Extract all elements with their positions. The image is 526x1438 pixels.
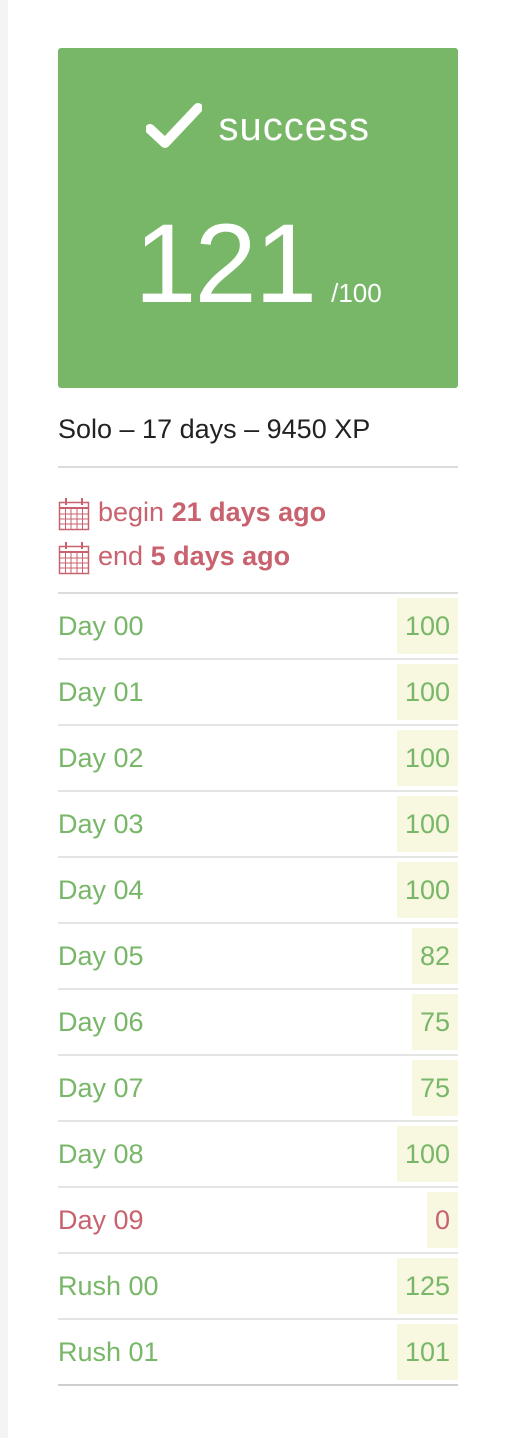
exercise-score: 82 [411,928,458,984]
exercise-name: Day 05 [58,941,144,971]
exercise-row[interactable]: Day 09 0 [58,1188,458,1254]
exercise-row[interactable]: Day 01 100 [58,660,458,726]
exercise-row[interactable]: Day 07 75 [58,1056,458,1122]
calendar-icon [58,541,90,575]
status-row: success [58,102,458,162]
exercise-score: 100 [396,796,458,852]
end-value: 5 days ago [150,541,291,571]
exercise-score: 75 [411,994,458,1050]
begin-prefix: begin [98,497,165,527]
exercise-name: Day 03 [58,809,144,839]
exercise-row[interactable]: Day 05 82 [58,924,458,990]
exercise-name: Day 00 [58,611,144,641]
checkmark-icon [146,103,203,148]
exercise-score: 100 [396,730,458,786]
exercise-score: 100 [396,1126,458,1182]
exercise-name: Rush 00 [58,1271,159,1301]
exercise-row[interactable]: Day 02 100 [58,726,458,792]
score-row: 121/100 [58,208,458,320]
exercise-score: 101 [396,1324,458,1380]
exercise-score: 100 [396,664,458,720]
exercise-row[interactable]: Day 00 100 [58,594,458,660]
date-info: begin 21 days ago end 5 days ago [58,468,458,592]
final-score: 121 [134,201,317,326]
exercise-name: Rush 01 [58,1337,159,1367]
exercise-score: 0 [426,1192,458,1248]
exercise-row[interactable]: Day 08 100 [58,1122,458,1188]
exercise-score: 100 [396,598,458,654]
left-edge-strip [0,0,8,1438]
exercise-score: 75 [411,1060,458,1116]
exercise-row[interactable]: Day 06 75 [58,990,458,1056]
exercise-name: Day 07 [58,1073,144,1103]
exercise-name: Day 02 [58,743,144,773]
begin-value: 21 days ago [171,497,327,527]
exercise-name: Day 01 [58,677,144,707]
project-summary: Solo – 17 days – 9450 XP [58,414,371,444]
exercise-name: Day 08 [58,1139,144,1169]
end-date: end 5 days ago [58,534,458,578]
begin-date: begin 21 days ago [58,490,458,534]
exercise-name: Day 06 [58,1007,144,1037]
exercise-name: Day 09 [58,1205,144,1235]
exercise-row[interactable]: Day 03 100 [58,792,458,858]
exercise-row[interactable]: Rush 01 101 [58,1320,458,1386]
max-score: /100 [331,278,382,308]
exercise-score: 125 [396,1258,458,1314]
exercise-score-list: Day 00 100 Day 01 100 Day 02 100 Day 03 … [58,592,458,1386]
status-label: success [218,104,370,149]
project-result-panel: success 121/100 Solo – 17 days – 9450 XP… [58,48,458,1386]
result-box: success 121/100 [58,48,458,388]
exercise-row[interactable]: Rush 00 125 [58,1254,458,1320]
exercise-name: Day 04 [58,875,144,905]
end-prefix: end [98,541,144,571]
exercise-score: 100 [396,862,458,918]
calendar-icon [58,497,90,531]
exercise-row[interactable]: Day 04 100 [58,858,458,924]
